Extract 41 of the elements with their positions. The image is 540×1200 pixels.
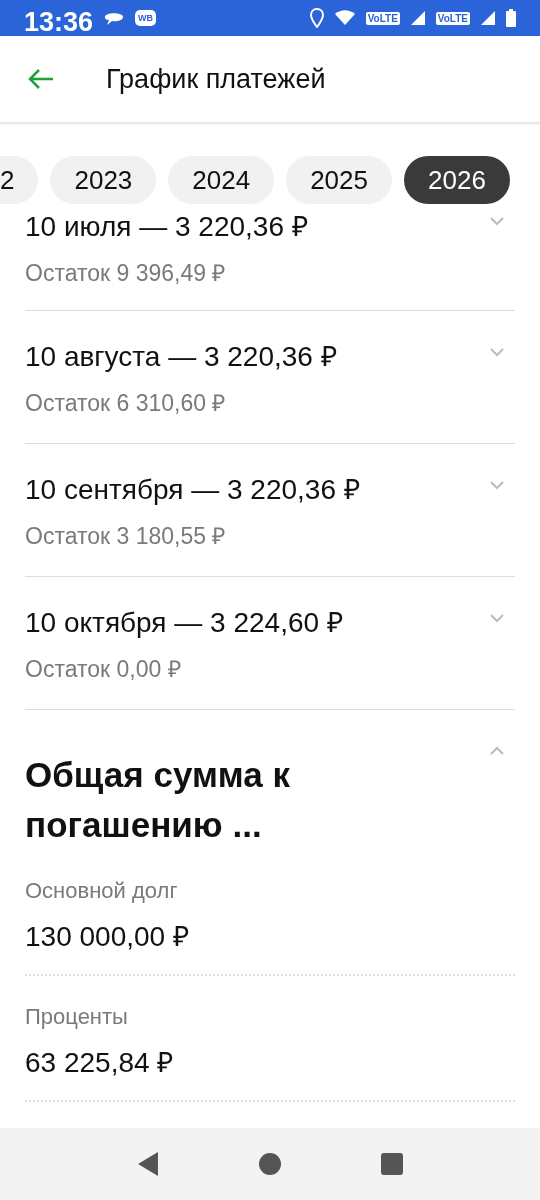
signal-icon [480,10,496,26]
home-nav-icon[interactable] [258,1152,282,1176]
year-tab[interactable]: 2024 [168,156,275,204]
summary-value: 130 000,00 ₽ [25,920,190,954]
year-tab[interactable]: 2025 [286,156,392,204]
payment-row[interactable]: 10 августа — 3 220,36 ₽ Остаток 6 310,60 ₽ [25,311,515,444]
payment-title: 10 сентября — 3 220,36 ₽ [25,473,360,507]
chevron-icon[interactable] [489,613,505,623]
chevron-icon[interactable] [489,480,505,490]
payment-title: 10 октября — 3 224,60 ₽ [25,606,343,640]
back-nav-icon[interactable] [136,1151,160,1177]
year-tab[interactable]: 2026 [404,156,510,204]
summary-label: Проценты [25,1004,129,1030]
balance-text: Остаток 3 180,55 ₽ [25,522,226,551]
status-time: 13:36 [24,6,94,38]
summary-value: 63 225,84 ₽ [25,1046,175,1080]
recents-nav-icon[interactable] [380,1152,404,1176]
volte-label: VoLTE [365,11,400,25]
year-tab[interactable]: 2 [0,156,39,204]
chevron-icon[interactable] [489,216,505,226]
summary-label: Основной долг [25,878,179,904]
balance-text: Остаток 9 396,49 ₽ [25,259,226,288]
year-tab[interactable]: 2023 [50,156,157,204]
balance-text: Остаток 0,00 ₽ [25,655,181,684]
chevron-icon[interactable] [489,347,505,357]
balance-text: Остаток 6 310,60 ₽ [25,389,226,418]
app-badge: WB [135,10,157,26]
back-arrow-icon[interactable] [28,68,54,90]
screen-title: График платежей [106,63,326,95]
payment-title: 10 июля — 3 220,36 ₽ [25,210,308,244]
location-icon [309,8,324,28]
battery-icon [506,9,516,27]
wifi-icon [333,10,356,26]
chevron-icon[interactable] [489,746,505,756]
payment-row[interactable]: 10 июля — 3 220,36 ₽ Остаток 9 396,49 ₽ [25,206,515,311]
payment-row[interactable]: 10 сентября — 3 220,36 ₽ Остаток 3 180,55 ₽ [25,444,515,577]
signal-icon [409,10,426,26]
payment-row[interactable]: 10 октября — 3 224,60 ₽ Остаток 0,00 ₽ [25,577,515,710]
payment-title: 10 августа — 3 220,36 ₽ [25,340,337,374]
summary-title: Общая сумма к погашению ... [25,754,291,846]
volte-label: VoLTE [435,11,470,25]
